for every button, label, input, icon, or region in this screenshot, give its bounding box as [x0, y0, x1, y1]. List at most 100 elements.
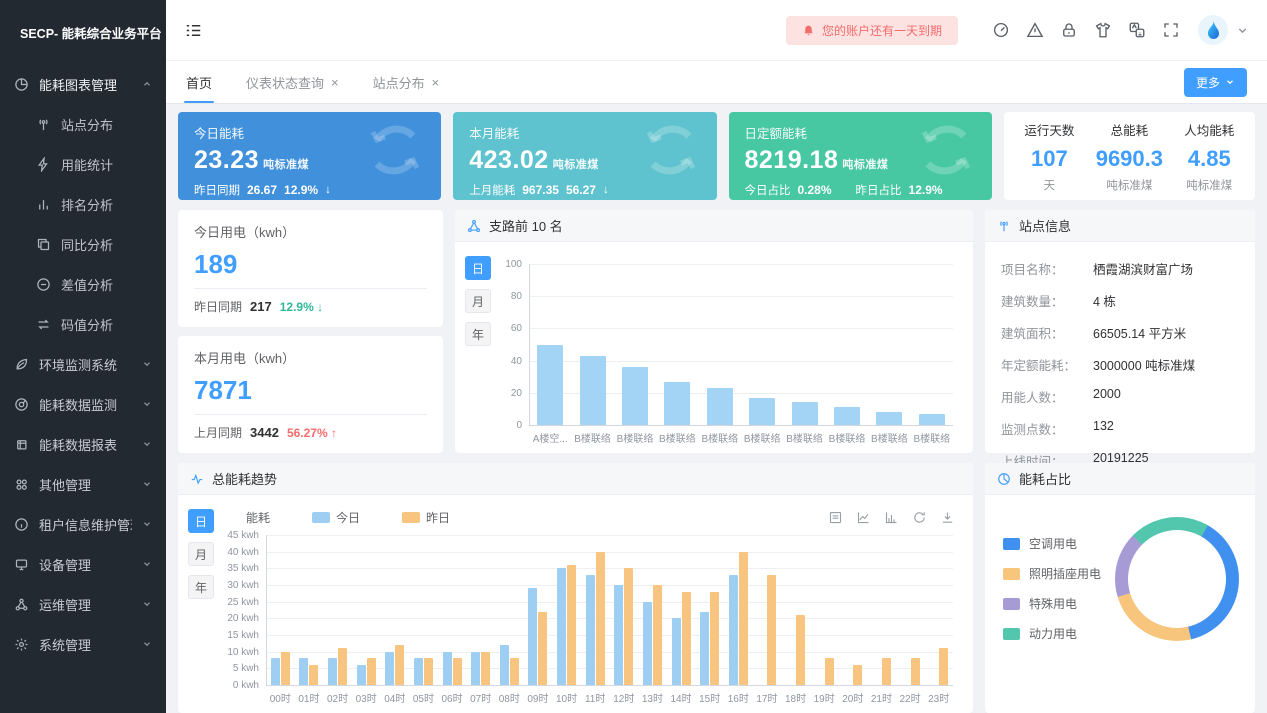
up-arrow: ↑	[331, 426, 337, 440]
sidebar-item-device-management[interactable]: 设备管理	[0, 544, 166, 584]
user-menu-chevron-icon[interactable]	[1236, 24, 1249, 37]
card-title: 本月能耗	[469, 123, 700, 142]
chevron-down-icon	[142, 559, 152, 569]
close-tab-icon[interactable]: ×	[331, 75, 339, 90]
bar-chart-icon[interactable]	[884, 510, 899, 525]
download-icon[interactable]	[940, 510, 955, 525]
y-axis-label: 10 kwh	[220, 647, 259, 658]
minus-circle-icon	[36, 277, 51, 292]
station-row: 建筑面积：66505.14 平方米	[985, 316, 1255, 348]
bar	[614, 585, 623, 685]
period-month-button[interactable]: 月	[465, 289, 491, 313]
y-axis-label: 100	[497, 259, 522, 270]
panel-title: 本月用电（kwh）	[194, 348, 427, 367]
legend-today[interactable]: 今日	[312, 509, 360, 526]
period-year-button[interactable]: 年	[188, 575, 214, 599]
gear-icon	[14, 637, 29, 652]
energy-share-donut-chart	[1115, 517, 1239, 641]
avatar[interactable]	[1198, 15, 1228, 45]
y-axis-line	[266, 535, 267, 685]
period-month-button[interactable]: 月	[188, 542, 214, 566]
sidebar-item-energy-stats[interactable]: 用能统计	[0, 144, 166, 184]
legend-hvac[interactable]: 空调用电	[1003, 535, 1101, 552]
y-axis-label: 0	[497, 420, 522, 431]
sidebar-item-ranking-analysis[interactable]: 排名分析	[0, 184, 166, 224]
gridline	[529, 264, 953, 265]
translate-icon[interactable]	[1128, 21, 1146, 39]
sidebar-item-code-value-analysis[interactable]: 码值分析	[0, 304, 166, 344]
sidebar-item-other-management[interactable]: 其他管理	[0, 464, 166, 504]
monitor-icon	[14, 557, 29, 572]
refresh-icon[interactable]	[912, 510, 927, 525]
tab-meter-status[interactable]: 仪表状态查询×	[246, 61, 339, 103]
period-year-button[interactable]: 年	[465, 322, 491, 346]
station-row: 年定额能耗：3000000 吨标准煤	[985, 348, 1255, 380]
bar	[557, 568, 566, 685]
sidebar-item-chart-management[interactable]: 能耗图表管理	[0, 64, 166, 104]
y-axis-label: 5 kwh	[220, 663, 259, 674]
sidebar-item-ops-management[interactable]: 运维管理	[0, 584, 166, 624]
sidebar-item-energy-data-monitoring[interactable]: 能耗数据监测	[0, 384, 166, 424]
data-view-icon[interactable]	[828, 510, 843, 525]
card-title: 日定额能耗	[745, 123, 976, 142]
share-nodes-icon	[467, 219, 481, 233]
pulse-line-icon	[190, 472, 204, 486]
bar	[271, 658, 280, 685]
bar	[729, 575, 738, 685]
close-tab-icon[interactable]: ×	[432, 75, 440, 90]
bar	[481, 652, 490, 685]
gridline	[266, 618, 953, 619]
legend-yesterday[interactable]: 昨日	[402, 509, 450, 526]
sidebar: SECP- 能耗综合业务平台 能耗图表管理 站点分布 用能统计 排名分析 同比分…	[0, 0, 166, 713]
period-day-button[interactable]: 日	[465, 256, 491, 280]
tab-station-distribution[interactable]: 站点分布×	[373, 61, 440, 103]
bar	[643, 602, 652, 685]
gridline	[266, 552, 953, 553]
sidebar-item-system-management[interactable]: 系统管理	[0, 624, 166, 664]
period-day-button[interactable]: 日	[188, 509, 214, 533]
tab-home[interactable]: 首页	[186, 61, 212, 103]
legend-lighting[interactable]: 照明插座用电	[1003, 565, 1101, 582]
account-expiry-notice[interactable]: 您的账户还有一天到期	[786, 16, 958, 45]
y-axis-label: 40 kwh	[220, 547, 259, 558]
sidebar-item-difference-analysis[interactable]: 差值分析	[0, 264, 166, 304]
sidebar-item-energy-report[interactable]: 能耗数据报表	[0, 424, 166, 464]
panel-total-energy-trend: 总能耗趋势 日 月 年 能耗 今日 昨日	[178, 463, 973, 713]
bar	[443, 652, 452, 685]
chevron-down-icon	[142, 639, 152, 649]
bar	[882, 658, 891, 685]
gridline	[266, 568, 953, 569]
swap-icon	[36, 317, 51, 332]
sidebar-item-tenant-info-management[interactable]: 租户信息维护管理	[0, 504, 166, 544]
gridline	[266, 585, 953, 586]
bar	[471, 652, 480, 685]
x-axis-label: B楼联络	[907, 430, 957, 445]
lock-icon[interactable]	[1060, 21, 1078, 39]
bar	[538, 612, 547, 685]
gauge-icon	[14, 397, 29, 412]
bar	[500, 645, 509, 685]
bar-chart-icon	[36, 197, 51, 212]
collapse-menu-icon[interactable]	[184, 21, 203, 40]
fullscreen-icon[interactable]	[1162, 21, 1180, 39]
sidebar-item-station-distribution[interactable]: 站点分布	[0, 104, 166, 144]
dashboard-icon[interactable]	[992, 21, 1010, 39]
y-axis-label: 35 kwh	[220, 563, 259, 574]
sidebar-item-environment-monitoring[interactable]: 环境监测系统	[0, 344, 166, 384]
y-axis-label: 0 kwh	[220, 680, 259, 691]
bar	[367, 658, 376, 685]
bar	[338, 648, 347, 685]
sidebar-item-yoy-analysis[interactable]: 同比分析	[0, 224, 166, 264]
bar	[911, 658, 920, 685]
avatar-flame-icon	[1205, 20, 1221, 40]
more-tabs-button[interactable]: 更多	[1184, 68, 1247, 97]
station-row: 建筑数量：4 栋	[985, 284, 1255, 316]
warning-icon[interactable]	[1026, 21, 1044, 39]
antenna-icon	[997, 219, 1011, 233]
line-chart-icon[interactable]	[856, 510, 871, 525]
theme-shirt-icon[interactable]	[1094, 21, 1112, 39]
chevron-down-icon	[142, 599, 152, 609]
card-compare: 上月能耗967.3556.27↓	[469, 182, 700, 198]
legend-power[interactable]: 动力用电	[1003, 625, 1101, 642]
legend-special[interactable]: 特殊用电	[1003, 595, 1101, 612]
